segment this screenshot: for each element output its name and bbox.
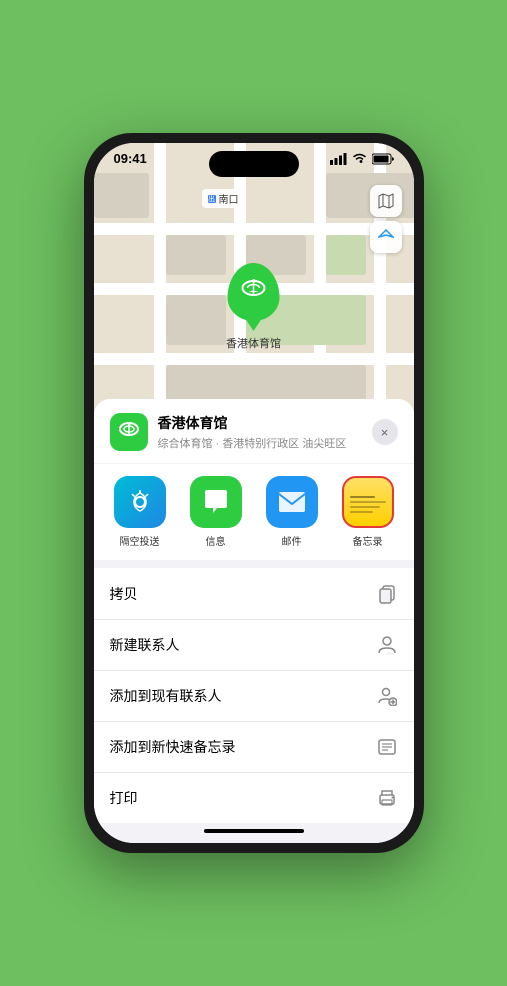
bottom-sheet: 香港体育馆 综合体育馆 · 香港特别行政区 油尖旺区 × — [94, 399, 414, 843]
location-arrow-icon — [378, 229, 394, 245]
action-copy[interactable]: 拷贝 — [94, 568, 414, 620]
copy-icon — [376, 583, 398, 605]
battery-icon — [372, 153, 394, 165]
airdrop-label: 隔空投送 — [120, 533, 160, 548]
print-icon — [376, 787, 398, 809]
phone-shell: 09:41 — [84, 133, 424, 853]
status-icons — [330, 153, 394, 165]
notes-lines-decoration — [344, 488, 392, 517]
messages-label: 信息 — [206, 533, 226, 548]
venue-icon — [110, 413, 148, 451]
share-item-notes[interactable]: 备忘录 — [338, 476, 398, 548]
action-print-label: 打印 — [110, 788, 138, 808]
action-quick-notes[interactable]: 添加到新快速备忘录 — [94, 722, 414, 773]
sheet-header: 香港体育馆 综合体育馆 · 香港特别行政区 油尖旺区 × — [94, 399, 414, 463]
map-label: 出 南口 — [202, 189, 245, 208]
quick-note-icon — [376, 736, 398, 758]
notes-icon-wrap — [342, 476, 394, 528]
map-label-dot: 出 — [208, 195, 216, 203]
action-print[interactable]: 打印 — [94, 773, 414, 823]
stadium-icon — [240, 278, 268, 306]
pin-label: 香港体育馆 — [226, 335, 281, 351]
messages-icon — [201, 488, 231, 516]
location-button[interactable] — [370, 221, 402, 253]
mail-icon — [277, 490, 307, 514]
share-item-mail[interactable]: 邮件 — [262, 476, 322, 548]
close-button[interactable]: × — [372, 419, 398, 445]
share-row: 隔空投送 信息 — [94, 464, 414, 560]
person-icon — [376, 634, 398, 656]
venue-logo-icon — [118, 421, 140, 443]
action-copy-label: 拷贝 — [110, 584, 138, 604]
map-type-icon — [378, 193, 394, 209]
wifi-icon — [352, 153, 367, 164]
notes-label: 备忘录 — [353, 533, 383, 548]
action-new-contact[interactable]: 新建联系人 — [94, 620, 414, 671]
mail-icon-wrap — [266, 476, 318, 528]
venue-subtitle: 综合体育馆 · 香港特别行政区 油尖旺区 — [158, 435, 362, 451]
map-controls — [370, 185, 402, 257]
action-new-contact-label: 新建联系人 — [110, 635, 180, 655]
action-list: 拷贝 新建联系人 — [94, 568, 414, 823]
status-time: 09:41 — [114, 151, 147, 166]
map-type-button[interactable] — [370, 185, 402, 217]
signal-icon — [330, 153, 347, 165]
add-person-icon — [376, 685, 398, 707]
airdrop-icon-wrap — [114, 476, 166, 528]
location-pin: 香港体育馆 — [226, 263, 281, 351]
dynamic-island — [209, 151, 299, 177]
messages-icon-wrap — [190, 476, 242, 528]
action-add-contact-label: 添加到现有联系人 — [110, 686, 222, 706]
share-item-airdrop[interactable]: 隔空投送 — [110, 476, 170, 548]
action-quick-notes-label: 添加到新快速备忘录 — [110, 737, 236, 757]
action-add-contact[interactable]: 添加到现有联系人 — [94, 671, 414, 722]
pin-icon — [228, 263, 280, 321]
mail-label: 邮件 — [282, 533, 302, 548]
venue-name: 香港体育馆 — [158, 413, 362, 433]
map-label-text: 南口 — [219, 191, 239, 206]
airdrop-icon — [126, 488, 154, 516]
share-item-messages[interactable]: 信息 — [186, 476, 246, 548]
home-indicator — [204, 829, 304, 833]
phone-screen: 09:41 — [94, 143, 414, 843]
venue-info: 香港体育馆 综合体育馆 · 香港特别行政区 油尖旺区 — [158, 413, 362, 451]
